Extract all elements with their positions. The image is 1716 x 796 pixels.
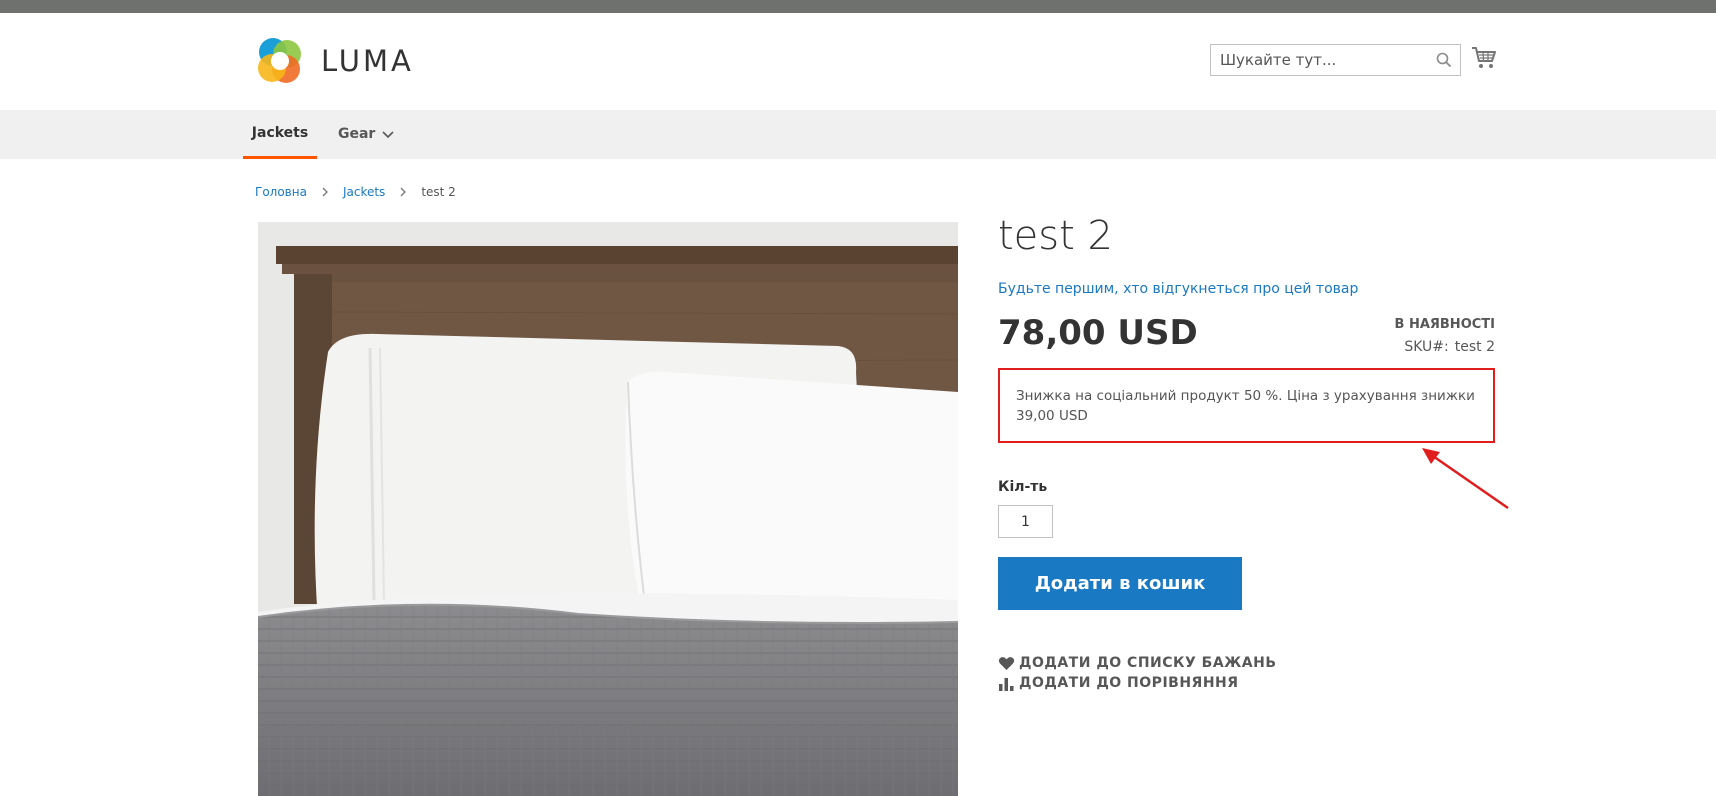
cart-icon[interactable]	[1471, 45, 1497, 71]
product-image[interactable]	[258, 222, 958, 796]
search-box	[1210, 44, 1461, 76]
breadcrumb-category[interactable]: Jackets	[343, 185, 385, 199]
logo-text: LUMA	[321, 44, 414, 78]
sku-label: SKU#:	[1404, 339, 1449, 355]
luma-logo-icon	[258, 38, 301, 83]
stock-status: В НАЯВНОСТІ	[1394, 317, 1495, 332]
chevron-right-icon	[400, 187, 407, 197]
qty-label: Кіл-ть	[998, 479, 1048, 495]
add-review-link[interactable]: Будьте першим, хто відгукнеться про цей …	[998, 281, 1358, 297]
qty-input[interactable]	[998, 505, 1053, 538]
nav-item-gear[interactable]: Gear	[338, 110, 394, 159]
nav-item-gear-label: Gear	[338, 126, 376, 142]
add-to-wishlist-label: ДОДАТИ ДО СПИСКУ БАЖАНЬ	[1019, 655, 1277, 671]
chevron-right-icon	[322, 187, 328, 197]
luma-logo[interactable]: LUMA	[255, 35, 435, 87]
discount-notice: Знижка на соціальний продукт 50 %. Ціна …	[998, 368, 1495, 443]
heart-icon	[998, 656, 1015, 670]
main-nav: Jackets Gear	[0, 110, 1716, 159]
search-input[interactable]	[1211, 45, 1421, 75]
search-icon[interactable]	[1436, 52, 1452, 68]
chevron-down-icon	[382, 130, 394, 138]
bar-chart-icon	[999, 677, 1014, 691]
product-title: test 2	[998, 213, 1113, 259]
product-price: 78,00 USD	[998, 313, 1198, 353]
product-sku: SKU#: test 2	[1404, 339, 1495, 355]
add-to-compare-link[interactable]: ДОДАТИ ДО ПОРІВНЯННЯ	[998, 675, 1239, 691]
nav-item-jackets[interactable]: Jackets	[243, 110, 317, 159]
breadcrumb: Головна Jackets test 2	[255, 185, 456, 199]
sku-value: test 2	[1454, 339, 1495, 355]
add-to-wishlist-link[interactable]: ДОДАТИ ДО СПИСКУ БАЖАНЬ	[998, 655, 1277, 671]
annotation-arrow-icon	[1422, 448, 1509, 510]
add-to-cart-button[interactable]: Додати в кошик	[998, 557, 1242, 610]
breadcrumb-current: test 2	[421, 185, 456, 199]
breadcrumb-home[interactable]: Головна	[255, 185, 307, 199]
top-bar	[0, 0, 1716, 13]
product-photo	[258, 222, 958, 796]
add-to-compare-label: ДОДАТИ ДО ПОРІВНЯННЯ	[1019, 675, 1239, 691]
